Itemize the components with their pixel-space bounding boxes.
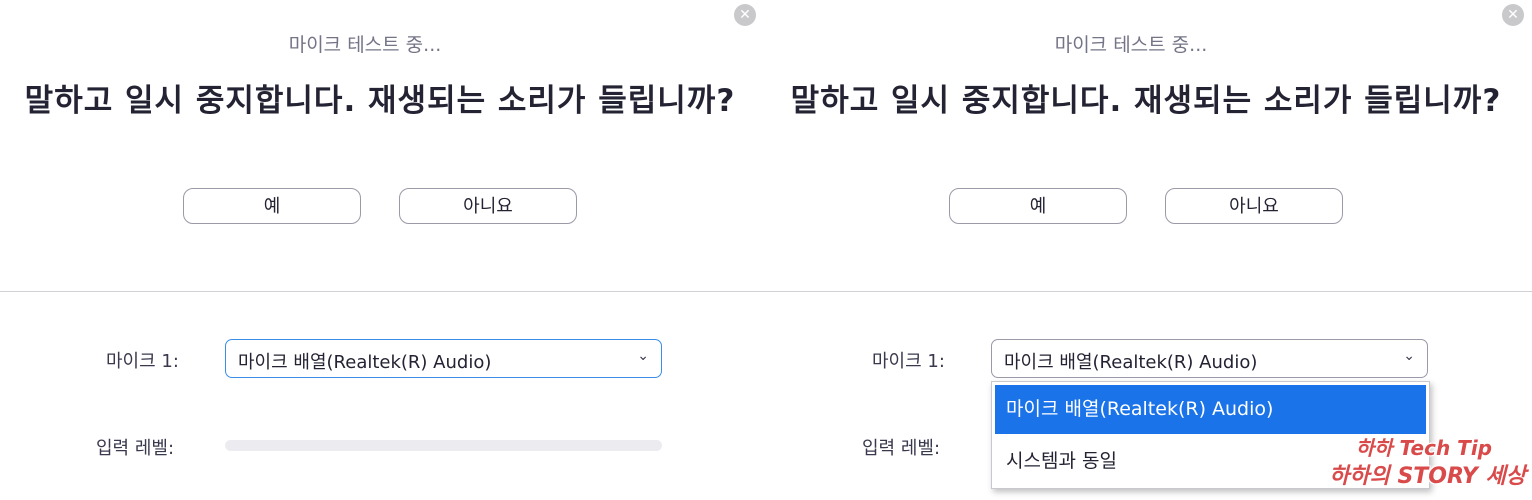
mic-select-value: 마이크 배열(Realtek(R) Audio) bbox=[238, 352, 492, 373]
close-icon[interactable]: ✕ bbox=[734, 4, 756, 26]
input-level-label: 입력 레벨: bbox=[862, 438, 941, 459]
chevron-down-icon: ⌄ bbox=[1403, 348, 1415, 364]
watermark-line-1: 하하 Tech Tip bbox=[1355, 436, 1492, 460]
section-divider bbox=[766, 291, 1532, 292]
watermark: 하하 Tech Tip 하하의 STORY 세상 bbox=[1329, 434, 1526, 492]
watermark-line-2: 하하의 STORY 세상 bbox=[1329, 464, 1526, 489]
mic-select-value: 마이크 배열(Realtek(R) Audio) bbox=[1004, 352, 1258, 373]
input-level-label: 입력 레벨: bbox=[96, 438, 175, 459]
close-icon[interactable]: ✕ bbox=[1502, 4, 1524, 26]
mic-select-label: 마이크 1: bbox=[872, 351, 945, 372]
chevron-down-icon: ⌄ bbox=[637, 348, 649, 364]
playback-question: 말하고 일시 중지합니다. 재생되는 소리가 들립니까? bbox=[790, 83, 1502, 119]
dropdown-option-mic-array[interactable]: 마이크 배열(Realtek(R) Audio) bbox=[995, 385, 1426, 434]
playback-question: 말하고 일시 중지합니다. 재생되는 소리가 들립니까? bbox=[24, 83, 736, 119]
input-level-meter bbox=[225, 440, 662, 451]
mic-select[interactable]: 마이크 배열(Realtek(R) Audio) ⌄ bbox=[225, 339, 662, 378]
yes-button[interactable]: 예 bbox=[183, 188, 361, 224]
screenshot-stage: ✕ 마이크 테스트 중... 말하고 일시 중지합니다. 재생되는 소리가 들립… bbox=[0, 0, 1532, 500]
mic-select[interactable]: 마이크 배열(Realtek(R) Audio) ⌄ bbox=[991, 339, 1428, 378]
test-status-subtitle: 마이크 테스트 중... bbox=[288, 34, 442, 56]
mic-test-panel-left: ✕ 마이크 테스트 중... 말하고 일시 중지합니다. 재생되는 소리가 들립… bbox=[0, 0, 766, 500]
section-divider bbox=[0, 291, 766, 292]
test-status-subtitle: 마이크 테스트 중... bbox=[1054, 34, 1208, 56]
yes-button[interactable]: 예 bbox=[949, 188, 1127, 224]
mic-test-panel-right: ✕ 마이크 테스트 중... 말하고 일시 중지합니다. 재생되는 소리가 들립… bbox=[766, 0, 1532, 500]
no-button[interactable]: 아니요 bbox=[1165, 188, 1343, 224]
mic-select-label: 마이크 1: bbox=[106, 351, 179, 372]
no-button[interactable]: 아니요 bbox=[399, 188, 577, 224]
